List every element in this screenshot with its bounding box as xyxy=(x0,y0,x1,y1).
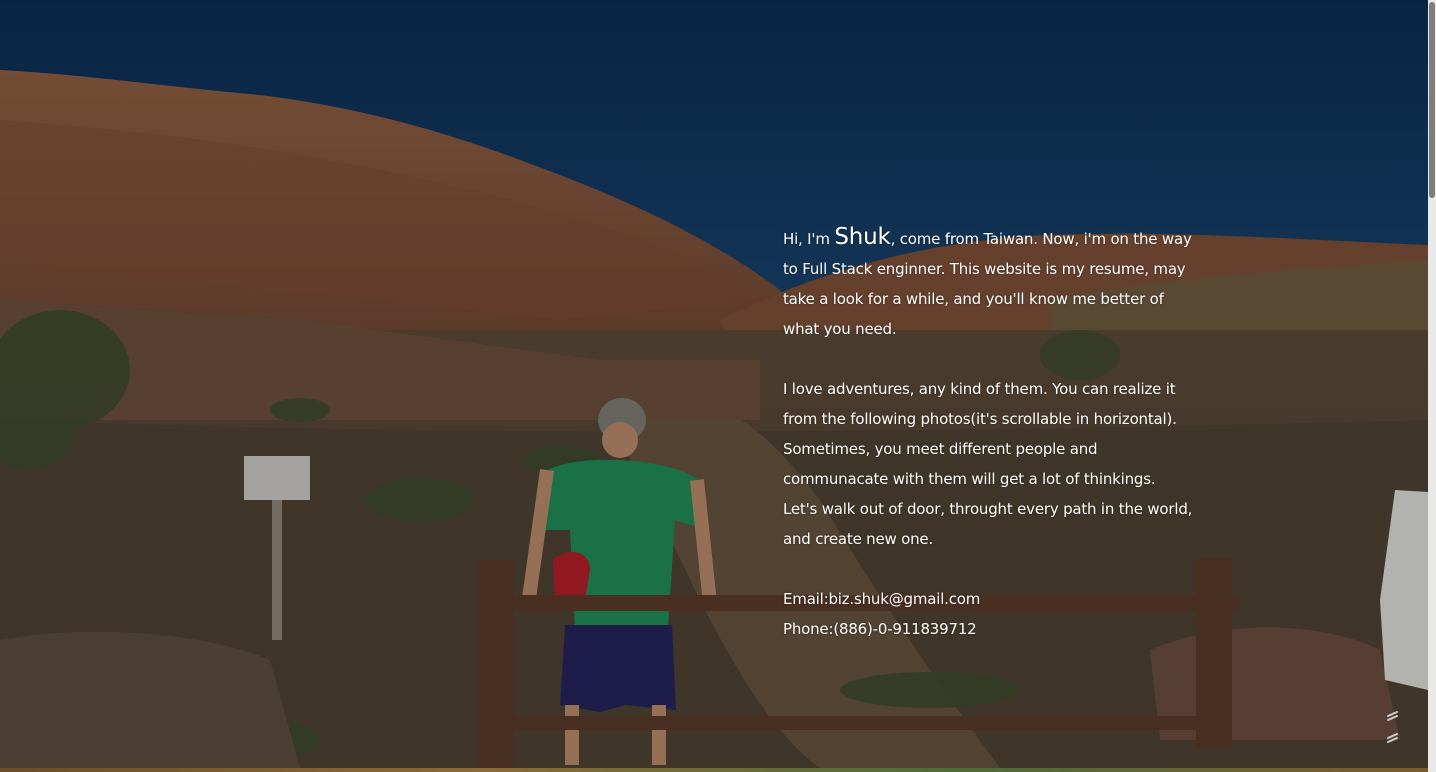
next-section-edge xyxy=(0,768,1436,772)
phone-line: Phone:(886)-0-911839712 xyxy=(783,620,977,638)
intro-text-block: Hi, I'm Shuk, come from Taiwan. Now, i'm… xyxy=(783,222,1193,644)
email-line: Email:biz.shuk@gmail.com xyxy=(783,590,981,608)
page-viewport: Hi, I'm Shuk, come from Taiwan. Now, i'm… xyxy=(0,0,1436,772)
greeting-paragraph: Hi, I'm Shuk, come from Taiwan. Now, i'm… xyxy=(783,222,1193,344)
scrollbar-thumb[interactable] xyxy=(1429,2,1435,198)
adventure-paragraph: I love adventures, any kind of them. You… xyxy=(783,380,1193,548)
author-name: Shuk xyxy=(834,224,891,250)
double-chevron-down-icon[interactable] xyxy=(1384,708,1404,752)
background-dim-overlay xyxy=(0,0,1428,768)
greeting-prefix: Hi, I'm xyxy=(783,230,835,248)
